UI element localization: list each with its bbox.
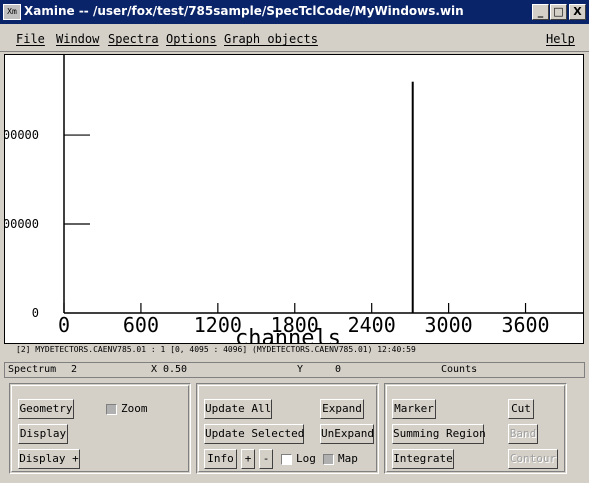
minimize-button[interactable]: _	[532, 4, 549, 20]
spectrum-peak-bar	[411, 81, 414, 313]
status-y-value: 0	[335, 364, 342, 375]
update-selected-button[interactable]: Update Selected	[204, 424, 304, 444]
expand-button[interactable]: Expand	[320, 399, 364, 419]
log-checkbox[interactable]	[281, 454, 292, 465]
menu-file[interactable]: File	[16, 32, 45, 46]
menu-options[interactable]: Options	[166, 32, 217, 46]
x-tick-label: 3000	[425, 313, 473, 337]
objects-group: Marker Cut Summing Region Band Integrate…	[384, 383, 567, 474]
x-tick-label: 0	[58, 313, 70, 337]
marker-button[interactable]: Marker	[392, 399, 436, 419]
y-tick-label: 1000000	[5, 128, 39, 142]
status-bar: Spectrum 2 X 0.50 Y 0 Counts	[4, 362, 585, 378]
menu-bar: File Window Spectra Options Graph_object…	[0, 24, 589, 52]
display-group: Geometry Display Display + Zoom	[9, 383, 191, 474]
info-button[interactable]: Info	[204, 449, 237, 469]
log-label: Log	[296, 452, 316, 465]
menu-graph-objects[interactable]: Graph_objects	[224, 32, 318, 46]
status-y-label: Y	[297, 364, 304, 375]
display-plus-button[interactable]: Display +	[18, 449, 80, 469]
menu-spectra[interactable]: Spectra	[108, 32, 159, 46]
spectrum-chart: 05000001000000060012001800240030003600ch…	[5, 55, 583, 344]
contour-button[interactable]: Contour	[508, 449, 558, 469]
window-title: Xamine -- /user/fox/test/785sample/SpecT…	[24, 4, 464, 18]
y-tick-label: 0	[32, 306, 39, 320]
map-checkbox[interactable]	[323, 454, 334, 465]
geometry-button[interactable]: Geometry	[18, 399, 74, 419]
spectrum-plot[interactable]: 05000001000000060012001800240030003600ch…	[4, 54, 584, 344]
status-spectrum-label: Spectrum	[8, 364, 57, 375]
unexpand-button[interactable]: UnExpand	[320, 424, 374, 444]
integrate-button[interactable]: Integrate	[392, 449, 454, 469]
app-icon: Xm	[3, 4, 21, 20]
band-button[interactable]: Band	[508, 424, 538, 444]
zoom-checkbox[interactable]	[106, 404, 117, 415]
x-tick-label: 3600	[501, 313, 549, 337]
status-x-value: 0.50	[163, 364, 188, 375]
update-all-button[interactable]: Update All	[204, 399, 272, 419]
display-button[interactable]: Display	[18, 424, 68, 444]
spectrum-info-line: [2] MYDETECTORS.CAENV785.01 : 1 [0, 4095…	[16, 345, 416, 354]
zoom-out-button[interactable]: -	[259, 449, 273, 469]
summing-region-button[interactable]: Summing Region	[392, 424, 486, 444]
zoom-label: Zoom	[121, 402, 148, 415]
x-tick-label: 600	[123, 313, 159, 337]
menu-help[interactable]: Help	[546, 32, 575, 46]
status-spectrum-value: 2	[71, 364, 78, 375]
x-axis-label: channels	[235, 326, 341, 344]
title-bar: Xm Xamine -- /user/fox/test/785sample/Sp…	[0, 0, 589, 24]
cut-button[interactable]: Cut	[508, 399, 534, 419]
status-x-label: X	[151, 364, 158, 375]
menu-window[interactable]: Window	[56, 32, 99, 46]
x-tick-label: 2400	[348, 313, 396, 337]
status-counts-label: Counts	[441, 364, 478, 375]
zoom-in-button[interactable]: +	[241, 449, 255, 469]
update-group: Update All Expand Update Selected UnExpa…	[196, 383, 379, 474]
map-label: Map	[338, 452, 358, 465]
close-button[interactable]: X	[569, 4, 586, 20]
maximize-button[interactable]: □	[550, 4, 567, 20]
y-tick-label: 500000	[5, 217, 39, 231]
